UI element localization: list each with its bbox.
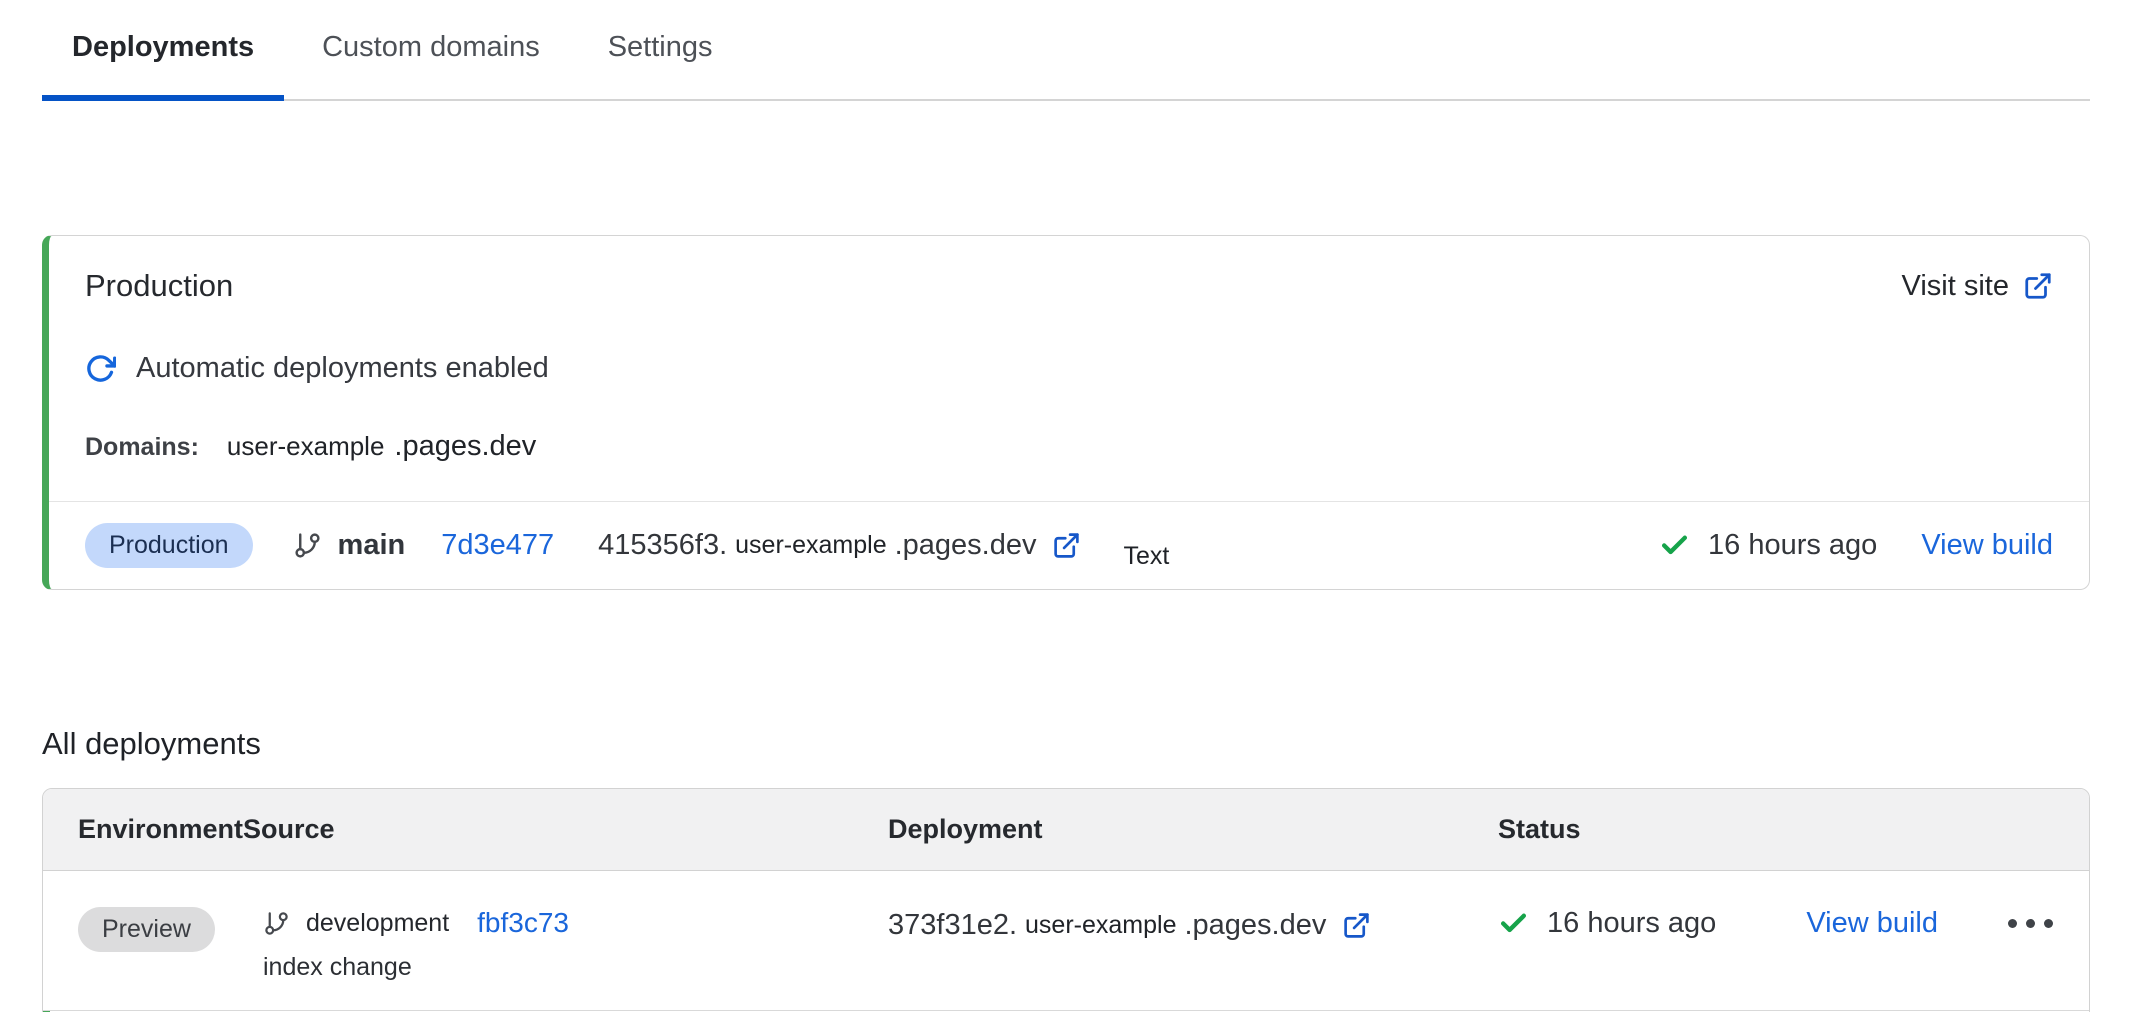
domain-suffix: .pages.dev (394, 430, 536, 463)
production-title: Production (85, 268, 233, 304)
branch-name: development (306, 909, 449, 938)
commit-link[interactable]: 7d3e477 (441, 529, 554, 562)
production-card-header: Production Visit site (49, 236, 2089, 304)
visit-site-link[interactable]: Visit site (1902, 268, 2053, 304)
deployment-url-prefix: 415356f3. (598, 529, 727, 562)
automatic-deployments-status: Automatic deployments enabled (49, 350, 2089, 386)
more-options-button[interactable] (2004, 909, 2057, 938)
success-check-icon (1498, 908, 1529, 939)
domains-line: Domains: user-example .pages.dev (49, 430, 2089, 501)
refresh-icon (85, 353, 116, 384)
deployment-status-group: 16 hours ago View build (1659, 529, 2053, 562)
tab-settings[interactable]: Settings (578, 30, 743, 101)
deployment-url-link[interactable]: 415356f3. user-example .pages.dev (598, 529, 1081, 562)
table-row: Preview development fbf3c73 ind (43, 871, 2089, 1011)
deployment-time: 16 hours ago (1547, 907, 1716, 940)
automatic-deployments-text: Automatic deployments enabled (136, 350, 549, 386)
column-header-environment: Environment (43, 814, 243, 845)
tab-custom-domains[interactable]: Custom domains (292, 30, 570, 101)
commit-link[interactable]: fbf3c73 (477, 907, 569, 939)
tab-bar: Deployments Custom domains Settings (42, 0, 2090, 101)
source-group: main (293, 529, 406, 562)
environment-badge: Production (85, 523, 253, 568)
view-build-link[interactable]: View build (1806, 907, 1938, 940)
success-check-icon (1659, 530, 1690, 561)
external-link-icon (1342, 911, 1371, 940)
deployment-url-link[interactable]: 373f31e2. user-example .pages.dev (888, 907, 1371, 942)
text-note: Text (1123, 542, 1169, 571)
environment-badge: Preview (78, 907, 215, 952)
tab-deployments[interactable]: Deployments (42, 30, 284, 101)
deployment-url-name: user-example (735, 531, 886, 560)
domains-label: Domains: (85, 433, 199, 462)
view-build-link[interactable]: View build (1921, 529, 2053, 562)
external-link-icon (1052, 531, 1081, 560)
deployment-url-suffix: .pages.dev (895, 529, 1037, 562)
deployment-url-suffix: .pages.dev (1184, 909, 1326, 942)
pages-deployments-page: Deployments Custom domains Settings Prod… (0, 0, 2132, 1012)
environment-cell: Preview (43, 907, 243, 952)
commit-message: index change (263, 953, 888, 982)
status-cell: 16 hours ago View build (1498, 907, 2089, 940)
table-header-row: Environment Source Deployment Status (43, 789, 2089, 871)
branch-name: main (338, 529, 406, 562)
external-link-icon (2023, 271, 2053, 301)
production-card: Production Visit site Automa (42, 235, 2090, 590)
git-branch-icon (293, 531, 322, 560)
domain-name: user-example (227, 431, 385, 462)
deployments-table: Environment Source Deployment Status Pre… (42, 788, 2090, 1012)
deployment-time: 16 hours ago (1708, 529, 1877, 562)
column-header-source: Source (243, 814, 888, 845)
source-cell: development fbf3c73 index change (243, 907, 888, 982)
deployment-cell: 373f31e2. user-example .pages.dev (888, 907, 1498, 942)
source-line: development fbf3c73 (243, 907, 888, 939)
git-branch-icon (263, 910, 290, 937)
column-header-status: Status (1498, 814, 2089, 845)
column-header-deployment: Deployment (888, 814, 1498, 845)
more-options-icon (2008, 919, 2017, 928)
visit-site-label: Visit site (1902, 268, 2009, 304)
all-deployments-heading: All deployments (42, 726, 2090, 762)
deployment-url-name: user-example (1025, 911, 1176, 940)
production-deployment-row: Production main 7d3e477 415356f3. user-e… (49, 501, 2089, 589)
deployment-url-prefix: 373f31e2. (888, 909, 1017, 942)
